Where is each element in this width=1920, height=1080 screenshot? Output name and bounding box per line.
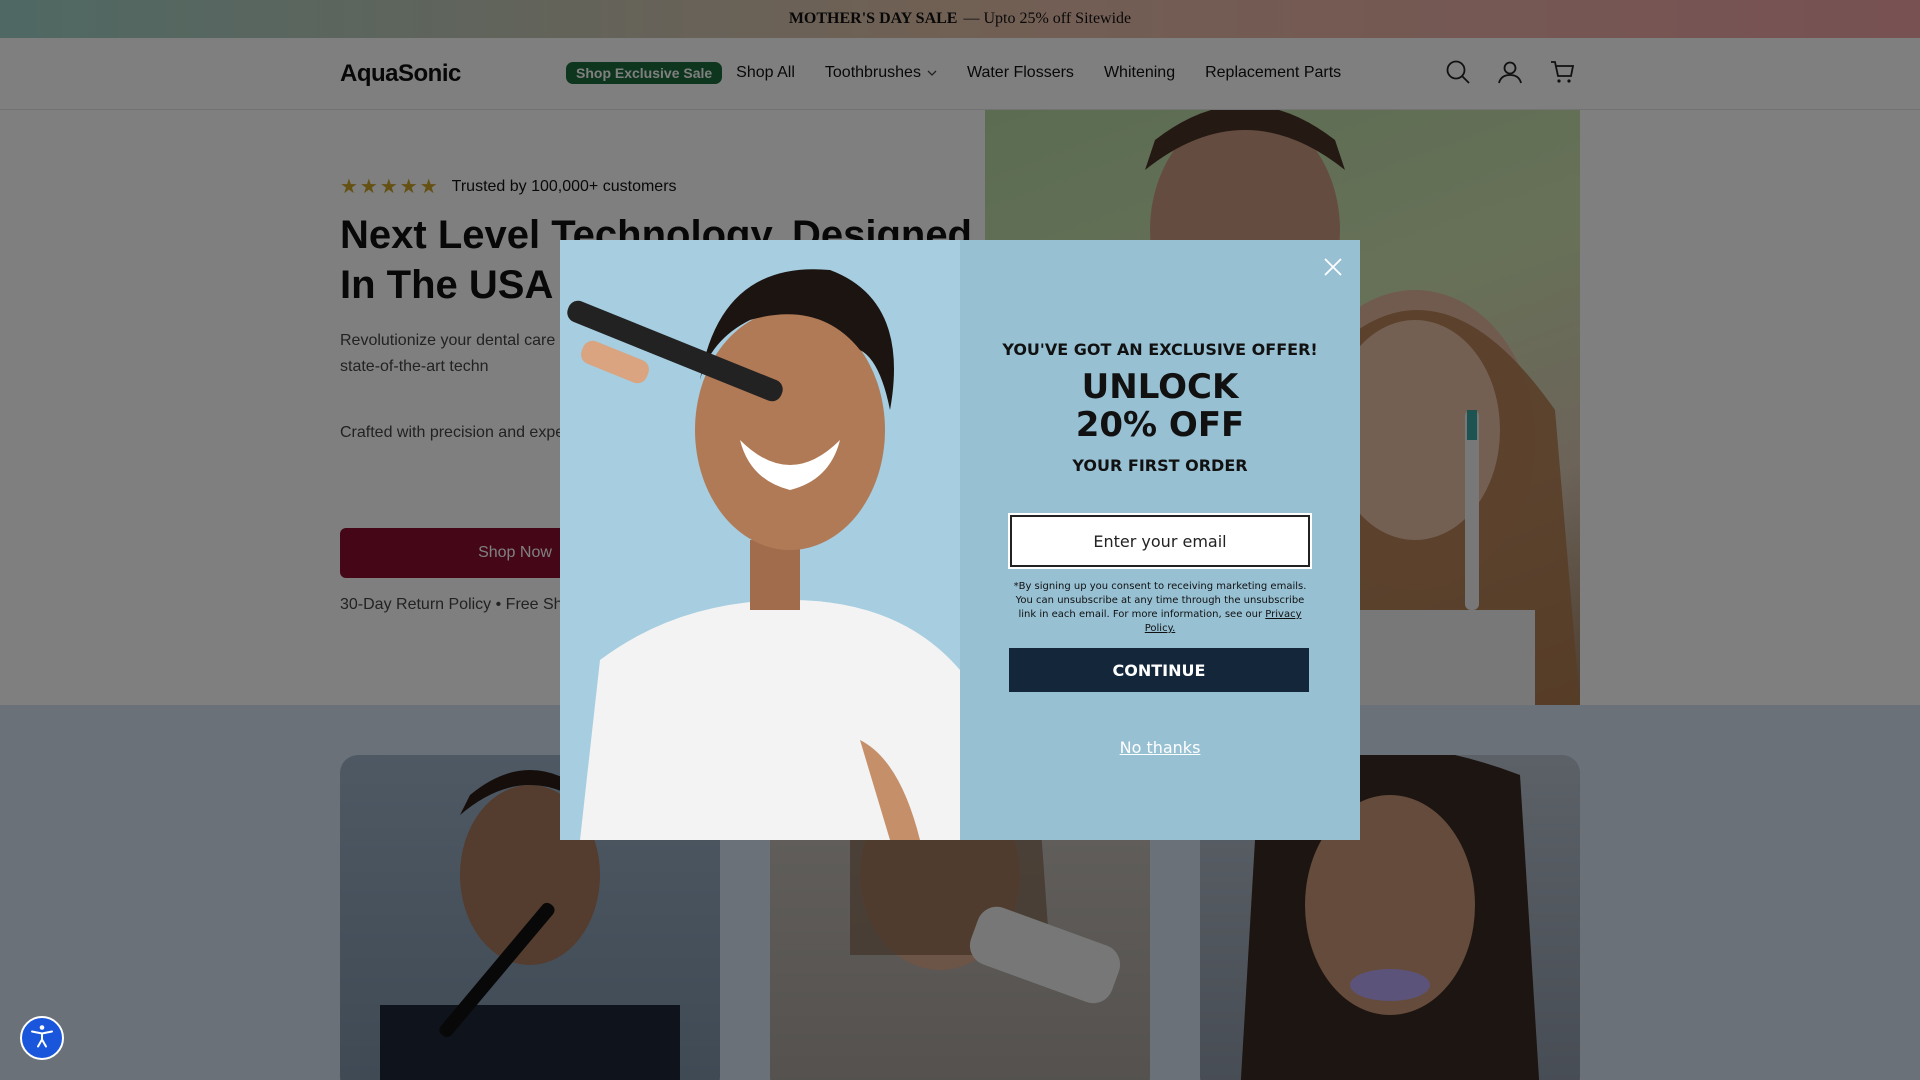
accessibility-button[interactable] [20, 1016, 64, 1060]
accessibility-icon [29, 1023, 55, 1054]
close-icon[interactable] [1320, 254, 1346, 280]
consent-body: *By signing up you consent to receiving … [1013, 581, 1307, 620]
consent-text: *By signing up you consent to receiving … [1008, 580, 1312, 636]
no-thanks-link[interactable]: No thanks [960, 738, 1360, 757]
offer-subtitle: YOUR FIRST ORDER [1072, 456, 1248, 475]
continue-button[interactable]: CONTINUE [1009, 648, 1309, 692]
offer-headline: UNLOCK 20% OFF [960, 368, 1360, 444]
email-signup-modal: YOU'VE GOT AN EXCLUSIVE OFFER! UNLOCK 20… [560, 240, 1360, 840]
offer-kicker: YOU'VE GOT AN EXCLUSIVE OFFER! [1002, 340, 1318, 359]
offer-headline-line-1: UNLOCK [1081, 367, 1239, 407]
offer-headline-line-2: 20% OFF [1075, 405, 1245, 445]
modal-promo-image [560, 240, 960, 840]
email-field[interactable] [1008, 513, 1312, 569]
